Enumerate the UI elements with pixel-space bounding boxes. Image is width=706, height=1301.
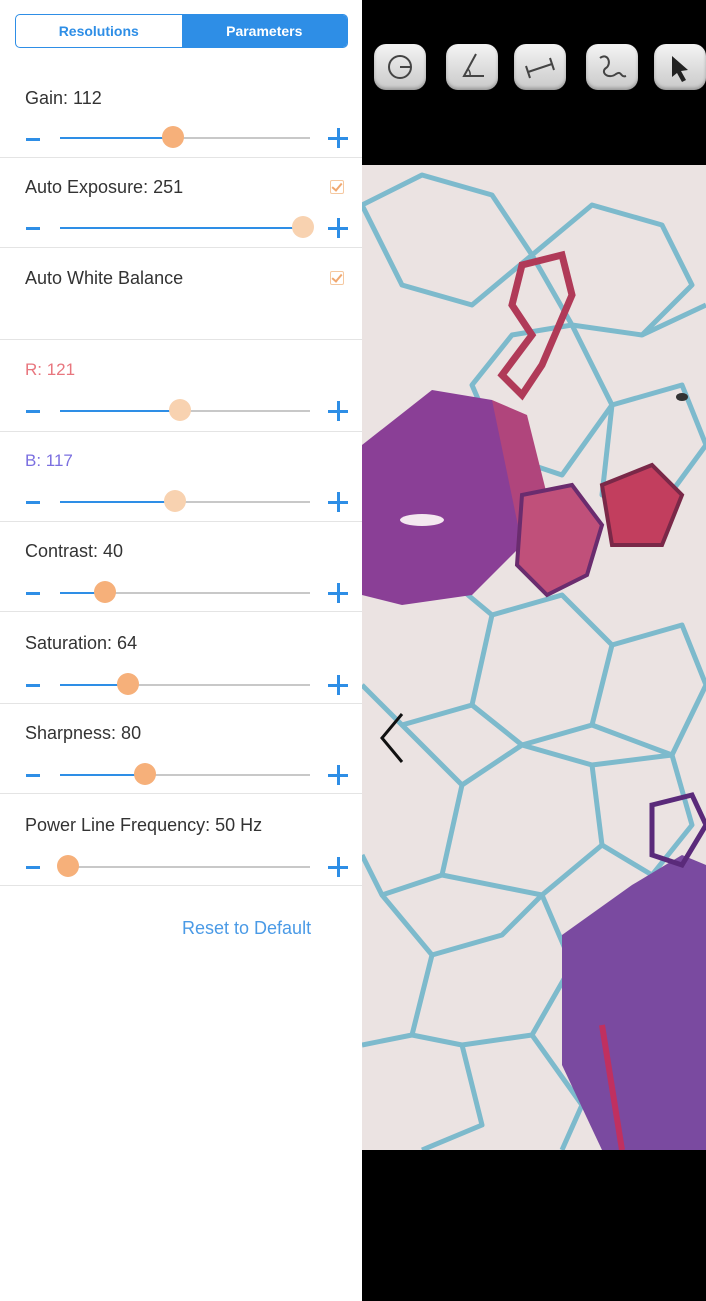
freehand-icon[interactable] [586,44,638,90]
tool-bar [362,0,706,165]
sharpness-slider[interactable] [60,763,310,785]
gain-increase-button[interactable] [328,128,348,148]
saturation-increase-button[interactable] [328,675,348,695]
gain-row: Gain: 112 [0,70,362,158]
chevron-left-icon[interactable] [376,708,406,768]
auto-white-balance-label: Auto White Balance [25,268,184,288]
b-slider[interactable] [60,490,310,512]
sharpness-increase-button[interactable] [328,765,348,785]
circle-tool-icon[interactable] [374,44,426,90]
exposure-slider-fill [60,227,303,229]
exposure-slider[interactable] [60,216,314,238]
segmented-control: Resolutions Parameters [15,14,348,48]
r-increase-button[interactable] [328,401,348,421]
b-label: B: 117 [25,451,73,470]
saturation-row: Saturation: 64 [0,612,362,704]
saturation-decrease-button[interactable] [26,684,40,687]
b-row: B: 117 [0,432,362,522]
gain-slider-thumb[interactable] [161,126,184,148]
power-line-increase-button[interactable] [328,857,348,877]
saturation-label: Saturation: 64 [25,633,138,653]
power-line-row: Power Line Frequency: 50 Hz [0,794,362,886]
microscope-image [362,165,706,1150]
auto-white-balance-row: Auto White Balance [0,248,362,340]
gain-slider[interactable] [60,126,310,148]
sharpness-label: Sharpness: 80 [25,723,142,743]
contrast-increase-button[interactable] [328,583,348,603]
b-increase-button[interactable] [328,492,348,512]
camera-view [362,0,706,1301]
r-slider-thumb[interactable] [169,399,191,421]
exposure-increase-button[interactable] [328,218,348,238]
auto-exposure-checkbox[interactable] [330,180,344,194]
contrast-row: Contrast: 40 [0,522,362,612]
gain-slider-fill [60,137,173,139]
exposure-slider-thumb[interactable] [291,216,314,238]
power-line-slider-thumb[interactable] [56,855,79,877]
tab-parameters[interactable]: Parameters [181,15,347,47]
measure-line-icon[interactable] [514,44,566,90]
b-decrease-button[interactable] [26,501,40,504]
sharpness-row: Sharpness: 80 [0,704,362,794]
power-line-label: Power Line Frequency: 50 Hz [25,815,263,835]
parameters-panel: Resolutions Parameters Gain: 112 Auto Ex… [0,0,362,1301]
r-row: R: 121 [0,340,362,432]
reset-to-default-button[interactable]: Reset to Default [182,918,311,939]
contrast-decrease-button[interactable] [26,592,40,595]
tab-resolutions[interactable]: Resolutions [16,15,182,47]
contrast-slider-thumb[interactable] [94,581,116,603]
saturation-slider[interactable] [60,673,310,695]
auto-exposure-label: Auto Exposure: 251 [25,177,184,197]
angle-tool-icon[interactable] [446,44,498,90]
r-slider[interactable] [60,399,310,421]
power-line-decrease-button[interactable] [26,866,40,869]
gain-label: Gain: 112 [25,88,102,108]
gain-decrease-button[interactable] [26,138,40,141]
pointer-icon[interactable] [654,44,706,90]
saturation-slider-thumb[interactable] [116,673,139,695]
b-slider-thumb[interactable] [164,490,186,512]
power-line-slider[interactable] [56,855,310,877]
r-decrease-button[interactable] [26,410,40,413]
auto-white-balance-checkbox[interactable] [330,271,344,285]
b-slider-fill [60,501,175,503]
r-slider-fill [60,410,180,412]
sharpness-slider-thumb[interactable] [134,763,156,785]
contrast-slider[interactable] [60,581,310,603]
r-label: R: 121 [25,360,76,379]
exposure-decrease-button[interactable] [26,227,40,230]
auto-exposure-row: Auto Exposure: 251 [0,158,362,248]
sharpness-slider-fill [60,774,145,776]
sharpness-decrease-button[interactable] [26,774,40,777]
contrast-label: Contrast: 40 [25,541,124,561]
